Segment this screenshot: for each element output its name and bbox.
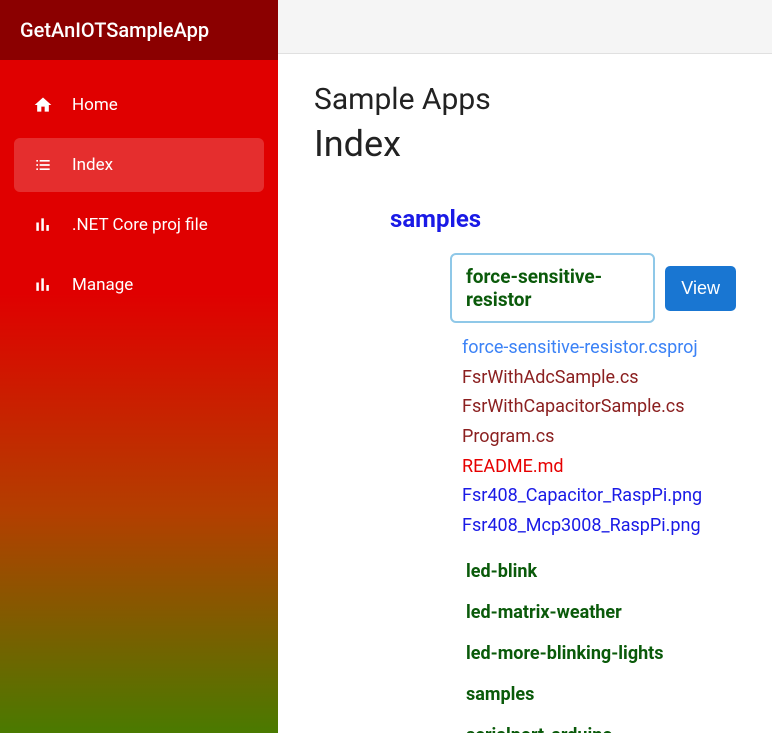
file-item-png[interactable]: Fsr408_Mcp3008_RaspPi.png (462, 511, 736, 541)
file-item-cs[interactable]: FsrWithAdcSample.cs (462, 363, 736, 393)
folder-item[interactable]: led-blink (450, 561, 736, 582)
sidebar-nav: Home Index .NET Core proj file Manage (0, 60, 278, 336)
sidebar-item-home[interactable]: Home (14, 78, 264, 132)
folder-open-row: force-sensitive-resistor View (450, 253, 736, 323)
folder-children: force-sensitive-resistor View force-sens… (390, 253, 736, 733)
file-item-md[interactable]: README.md (462, 452, 736, 482)
equalizer-icon (32, 214, 54, 236)
file-item-png[interactable]: Fsr408_Capacitor_RaspPi.png (462, 481, 736, 511)
sidebar-item-projfile[interactable]: .NET Core proj file (14, 198, 264, 252)
file-list: force-sensitive-resistor.csproj FsrWithA… (450, 333, 736, 541)
sidebar-item-manage[interactable]: Manage (14, 258, 264, 312)
folder-item[interactable]: samples (450, 684, 736, 705)
folder-item[interactable]: serialport-arduino (450, 725, 736, 733)
list-icon (32, 154, 54, 176)
folder-root[interactable]: samples (390, 205, 736, 233)
folder-open[interactable]: force-sensitive-resistor (450, 253, 655, 323)
page-subtitle: Sample Apps (314, 82, 736, 117)
topbar (278, 0, 772, 54)
file-item-csproj[interactable]: force-sensitive-resistor.csproj (462, 333, 736, 363)
home-icon (32, 94, 54, 116)
file-tree: samples force-sensitive-resistor View fo… (314, 205, 736, 733)
equalizer-icon (32, 274, 54, 296)
sidebar: GetAnIOTSampleApp Home Index .NET Core p… (0, 0, 278, 733)
main-content: Sample Apps Index samples force-sensitiv… (278, 0, 772, 733)
file-item-cs[interactable]: FsrWithCapacitorSample.cs (462, 392, 736, 422)
sidebar-item-label: Home (72, 95, 118, 115)
sidebar-item-label: Manage (72, 275, 133, 295)
sidebar-item-index[interactable]: Index (14, 138, 264, 192)
folder-item[interactable]: led-more-blinking-lights (450, 643, 736, 664)
sidebar-item-label: Index (72, 155, 113, 175)
app-title: GetAnIOTSampleApp (0, 0, 278, 60)
page-title: Index (314, 123, 736, 165)
file-item-cs[interactable]: Program.cs (462, 422, 736, 452)
view-button[interactable]: View (665, 266, 736, 311)
sidebar-item-label: .NET Core proj file (72, 215, 208, 235)
folder-item[interactable]: led-matrix-weather (450, 602, 736, 623)
content-area: Sample Apps Index samples force-sensitiv… (278, 54, 772, 733)
